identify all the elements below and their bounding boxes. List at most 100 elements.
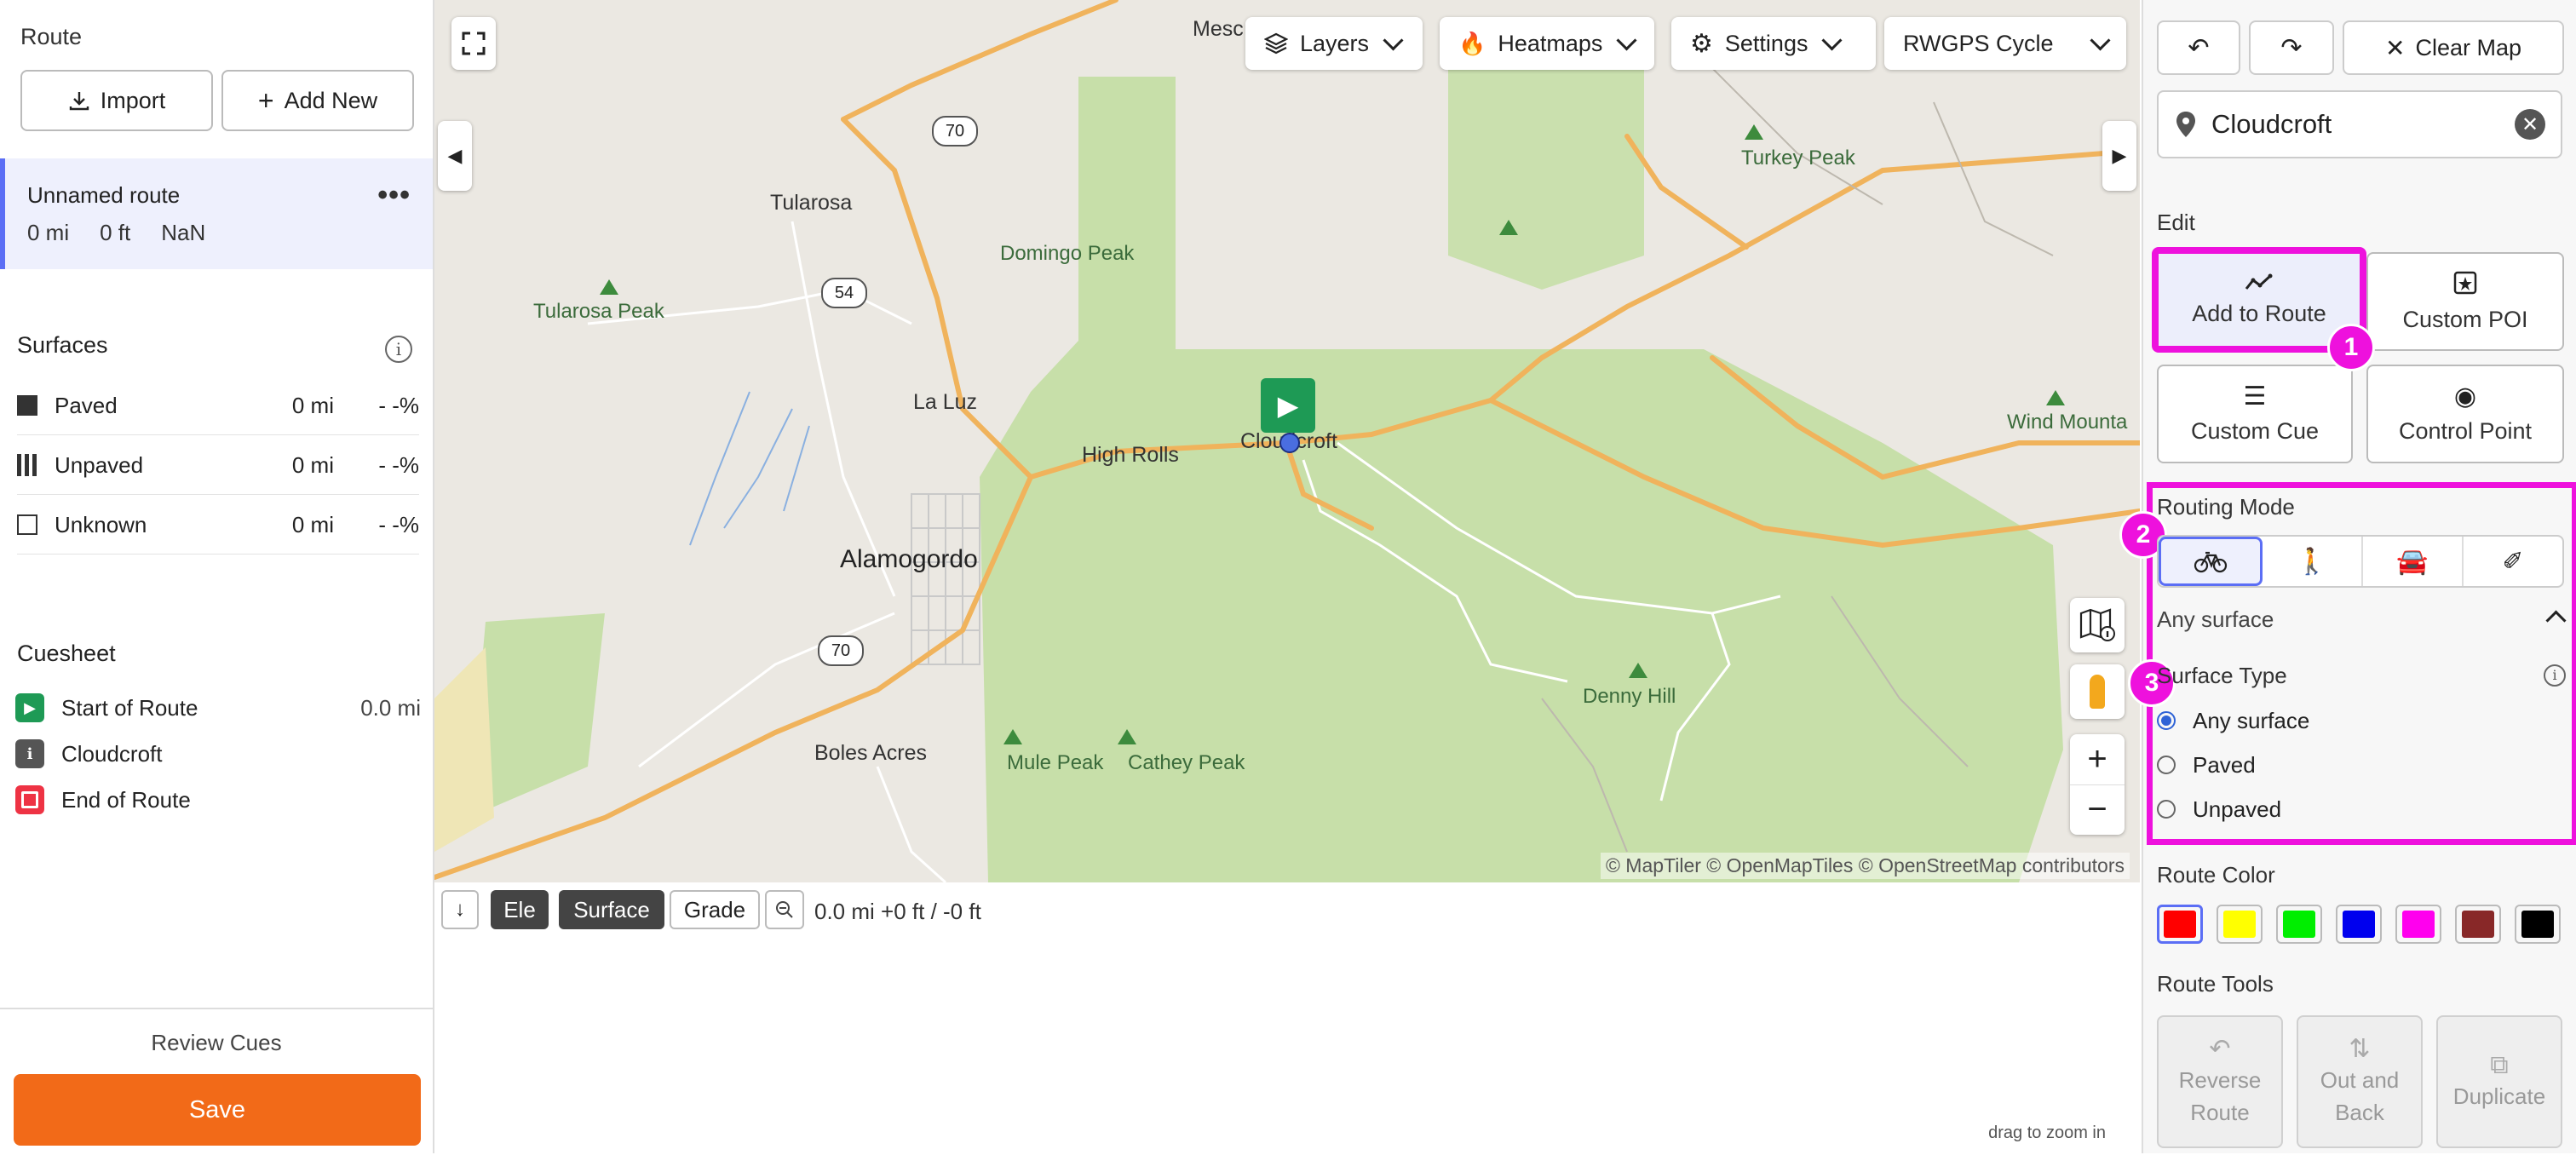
stop-icon (15, 785, 44, 814)
magnifier-minus-icon (776, 901, 793, 918)
redo-button[interactable]: ↷ (2249, 20, 2334, 75)
control-point-label: Control Point (2398, 417, 2533, 444)
route-name: Unnamed route (27, 182, 181, 208)
peak-icon (1499, 220, 1518, 235)
cue-label: Start of Route (61, 694, 198, 721)
color-swatch-yellow[interactable] (2217, 905, 2263, 944)
peak-label: Wind Mounta (2007, 411, 2128, 434)
peak-label: Tularosa Peak (533, 300, 664, 323)
cue-item-start[interactable]: ▶ Start of Route 0.0 mi (15, 685, 421, 731)
place-label: Boles Acres (814, 741, 928, 765)
walk-mode-button[interactable]: 🚶 (2263, 537, 2363, 586)
start-marker-icon[interactable]: ▶ (1261, 378, 1315, 433)
cue-item-cloudcroft[interactable]: i Cloudcroft (15, 731, 421, 777)
location-search-field[interactable]: Cloudcroft ✕ (2157, 90, 2562, 158)
routing-mode-group: 🚶 🚘 ✐ (2157, 535, 2564, 588)
route-distance: 0 mi (27, 220, 70, 245)
zoom-out-chart-button[interactable] (765, 890, 804, 929)
add-new-label: Add New (284, 87, 378, 113)
route-shield: 70 (818, 635, 864, 666)
eye-icon: ◉ (2453, 382, 2477, 411)
color-swatch-green[interactable] (2276, 905, 2322, 944)
basemap-dropdown[interactable]: RWGPS Cycle (1884, 17, 2126, 70)
import-button[interactable]: Import (20, 70, 213, 131)
color-swatch-black[interactable] (2515, 905, 2561, 944)
tab-grade[interactable]: Grade (670, 890, 760, 929)
undo-button[interactable]: ↶ (2157, 20, 2240, 75)
control-point-button[interactable]: ◉ Control Point (2366, 365, 2564, 463)
map-info-button[interactable] (2070, 598, 2125, 652)
map-attribution[interactable]: © MapTiler © OpenMapTiles © OpenStreetMa… (1600, 853, 2130, 879)
surface-info-icon[interactable]: i (2544, 664, 2566, 687)
surface-option-any[interactable]: Any surface (2157, 704, 2309, 738)
layers-icon (1264, 32, 1288, 55)
fullscreen-icon (462, 32, 486, 55)
clear-location-icon[interactable]: ✕ (2515, 109, 2545, 140)
surface-distance: 0 mi (291, 451, 334, 478)
map-canvas[interactable]: Mesc Tularosa La Luz High Rolls Cloudcro… (434, 0, 2140, 882)
drag-hint: drag to zoom in (1988, 1123, 2106, 1142)
more-options-icon[interactable]: ••• (377, 179, 411, 212)
collapse-elevation-button[interactable]: ↓ (441, 890, 479, 929)
duplicate-icon: ⧉ (2490, 1051, 2509, 1079)
elevation-stats: 0.0 mi +0 ft / -0 ft (814, 899, 981, 924)
tab-ele[interactable]: Ele (491, 890, 549, 929)
route-stats: 0 mi 0 ft NaN (27, 220, 205, 246)
reverse-route-button[interactable]: ↶ Reverse Route (2157, 1015, 2283, 1148)
surface-type-title: Surface Type (2157, 663, 2287, 688)
collapse-left-button[interactable]: ◀ (438, 121, 472, 191)
settings-dropdown[interactable]: ⚙ Settings (1671, 17, 1876, 70)
review-cues-link[interactable]: Review Cues (0, 1030, 433, 1056)
cue-item-end[interactable]: End of Route (15, 777, 421, 823)
surfaces-title: Surfaces (17, 332, 108, 358)
peak-label: Denny Hill (1583, 685, 1676, 708)
duplicate-button[interactable]: ⧉ Duplicate (2436, 1015, 2562, 1148)
surface-distance: 0 mi (291, 511, 334, 537)
surface-row-paved: Paved 0 mi - -% (17, 376, 419, 435)
unpaved-swatch-icon (17, 454, 37, 476)
swap-vertical-icon: ⇅ (2349, 1035, 2371, 1063)
collapse-right-button[interactable]: ▶ (2102, 121, 2136, 191)
zoom-out-button[interactable]: − (2070, 785, 2125, 835)
add-new-button[interactable]: + Add New (221, 70, 414, 131)
layers-dropdown[interactable]: Layers (1245, 17, 1423, 70)
color-swatch-magenta[interactable] (2395, 905, 2441, 944)
fullscreen-button[interactable] (451, 17, 496, 70)
edit-sidebar: ↶ ↷ ✕ Clear Map Cloudcroft ✕ Edit Add to… (2119, 0, 2576, 1153)
option-label: Paved (2193, 751, 2256, 778)
edit-title: Edit (2157, 210, 2195, 235)
heatmaps-dropdown[interactable]: 🔥 Heatmaps (1440, 17, 1654, 70)
bike-mode-button[interactable] (2159, 537, 2263, 586)
bicycle-icon (2194, 551, 2228, 573)
save-button[interactable]: Save (14, 1074, 421, 1146)
zoom-in-button[interactable]: + (2070, 735, 2125, 785)
color-swatch-brown[interactable] (2455, 905, 2501, 944)
surface-option-unpaved[interactable]: Unpaved (2157, 792, 2281, 826)
place-label: Mesc (1193, 17, 1244, 41)
route-point-marker[interactable] (1279, 433, 1300, 453)
info-icon[interactable]: i (385, 336, 412, 363)
unknown-swatch-icon (17, 514, 37, 535)
urban-grid (911, 493, 980, 665)
freehand-mode-button[interactable]: ✐ (2464, 537, 2562, 586)
gear-icon: ⚙ (1690, 29, 1713, 58)
car-mode-button[interactable]: 🚘 (2363, 537, 2464, 586)
tab-surface[interactable]: Surface (559, 890, 664, 929)
out-and-back-button[interactable]: ⇅ Out and Back (2297, 1015, 2423, 1148)
list-icon: ☰ (2243, 382, 2267, 411)
surface-dropdown-value[interactable]: Any surface (2157, 606, 2274, 633)
color-swatch-blue[interactable] (2336, 905, 2382, 944)
custom-poi-button[interactable]: Custom POI (2366, 252, 2564, 351)
radio-icon (2157, 800, 2176, 819)
clear-map-button[interactable]: ✕ Clear Map (2343, 20, 2564, 75)
color-swatch-red[interactable] (2157, 905, 2203, 944)
surface-option-paved[interactable]: Paved (2157, 748, 2256, 782)
location-value: Cloudcroft (2211, 109, 2332, 139)
route-card[interactable]: Unnamed route 0 mi 0 ft NaN ••• (0, 158, 433, 269)
custom-cue-button[interactable]: ☰ Custom Cue (2157, 365, 2353, 463)
basemap-label: RWGPS Cycle (1903, 30, 2054, 56)
walking-icon: 🚶 (2296, 547, 2328, 576)
street-view-button[interactable] (2070, 664, 2125, 719)
left-footer: Review Cues Save (0, 1008, 433, 1155)
settings-label: Settings (1724, 30, 1808, 56)
